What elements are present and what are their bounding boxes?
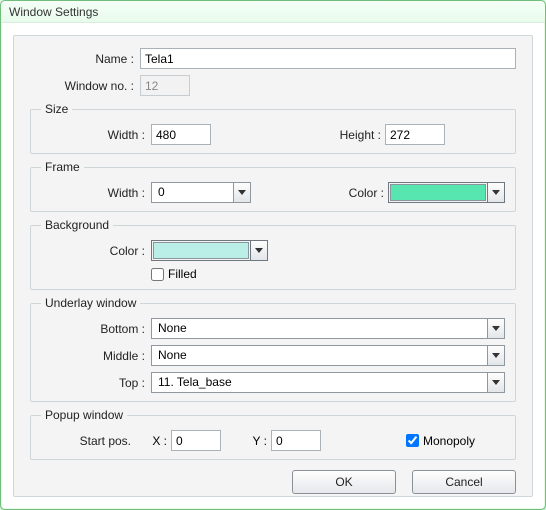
underlay-middle-value: None [152,346,487,365]
chevron-down-icon [487,319,504,338]
frame-legend: Frame [41,160,84,174]
frame-group: Frame Width : 0 Color : [30,160,516,212]
window-no-label: Window no. : [30,79,140,93]
frame-color-swatch [390,184,486,201]
chevron-down-icon [487,373,504,392]
frame-width-label: Width : [41,186,151,200]
background-filled-input[interactable] [151,268,164,281]
chevron-down-icon [250,241,267,260]
popup-x-input[interactable] [171,430,221,451]
underlay-top-value: 11. Tela_base [152,373,487,392]
name-label: Name : [30,52,140,66]
background-color-picker[interactable] [151,240,268,261]
popup-monopoly-label: Monopoly [423,434,475,448]
chevron-down-icon [233,183,250,202]
underlay-bottom-label: Bottom : [41,322,151,336]
popup-x-label: X : [137,434,171,448]
background-group: Background Color : Filled [30,218,516,290]
frame-width-value: 0 [152,183,233,202]
frame-width-select[interactable]: 0 [151,182,251,203]
frame-color-picker[interactable] [388,182,505,203]
background-color-label: Color : [41,244,151,258]
background-filled-label: Filled [168,267,197,281]
underlay-bottom-select[interactable]: None [151,318,505,339]
underlay-top-select[interactable]: 11. Tela_base [151,372,505,393]
background-color-swatch [153,242,249,259]
size-width-input[interactable] [151,124,211,145]
underlay-middle-label: Middle : [41,349,151,363]
chevron-down-icon [487,183,504,202]
popup-y-input[interactable] [271,430,321,451]
window-no-input [140,75,190,96]
frame-color-label: Color : [332,186,388,200]
window-title: Window Settings [1,1,545,23]
background-legend: Background [41,218,113,232]
popup-monopoly-input[interactable] [406,434,419,447]
popup-monopoly-checkbox[interactable]: Monopoly [406,434,475,448]
popup-startpos-label: Start pos. [41,434,137,448]
size-legend: Size [41,102,72,116]
content-panel: Name : Window no. : Size Width : Height … [13,35,533,497]
popup-y-label: Y : [221,434,271,448]
underlay-legend: Underlay window [41,296,140,310]
dialog: Window Settings Name : Window no. : Size… [0,0,546,510]
underlay-bottom-value: None [152,319,487,338]
underlay-group: Underlay window Bottom : None Middle : N… [30,296,516,402]
underlay-top-label: Top : [41,376,151,390]
size-width-label: Width : [41,128,151,142]
background-filled-checkbox[interactable]: Filled [151,267,197,281]
cancel-button[interactable]: Cancel [412,470,516,494]
underlay-middle-select[interactable]: None [151,345,505,366]
name-input[interactable] [140,48,516,69]
size-height-input[interactable] [385,124,445,145]
popup-group: Popup window Start pos. X : Y : Monopoly [30,408,516,460]
ok-button[interactable]: OK [292,470,396,494]
size-height-label: Height : [329,128,385,142]
chevron-down-icon [487,346,504,365]
size-group: Size Width : Height : [30,102,516,154]
popup-legend: Popup window [41,408,127,422]
